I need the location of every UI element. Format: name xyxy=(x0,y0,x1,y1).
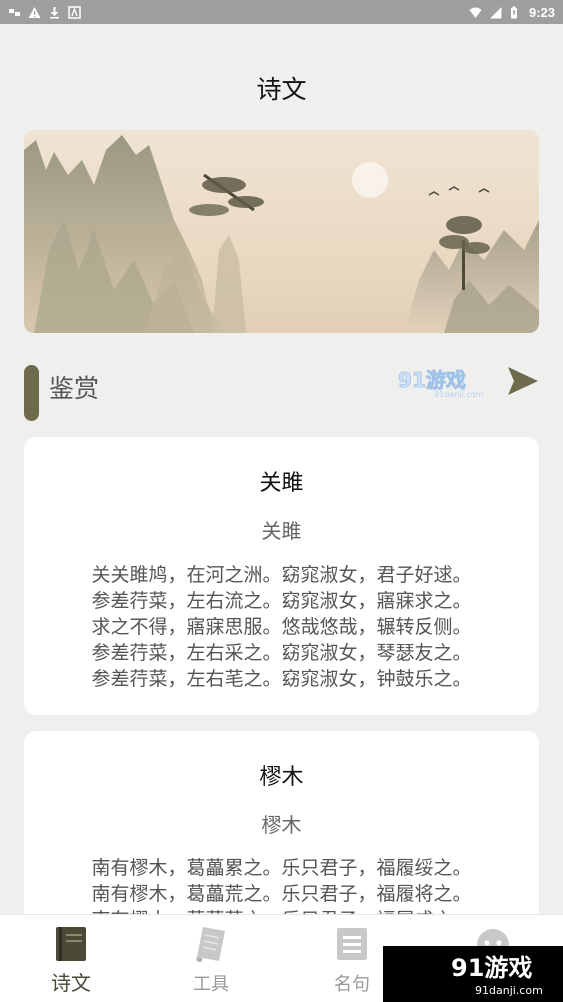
scroll-icon xyxy=(193,925,229,963)
warning-icon xyxy=(28,6,41,19)
app-icon xyxy=(68,5,81,19)
section-header: 鉴赏 91游戏 91danji.com xyxy=(24,365,544,421)
nav-item-tools[interactable]: 工具 xyxy=(166,915,256,1002)
poem-line: 关关雎鸠，在河之洲。窈窕淑女，君子好逑。 xyxy=(91,564,472,586)
nav-label: 工具 xyxy=(193,974,229,995)
status-time: 9:23 xyxy=(528,4,555,20)
status-bar: 9:23 xyxy=(0,0,563,24)
nav-label: 诗文 xyxy=(51,971,91,995)
nav-item-poetry[interactable]: 诗文 xyxy=(26,915,116,1002)
signal-icon xyxy=(469,6,482,19)
notification-icon xyxy=(8,6,21,19)
poem-card[interactable]: 关雎 关雎 关关雎鸠，在河之洲。窈窕淑女，君子好逑。 参差荇菜，左右流之。窈窕淑… xyxy=(24,437,539,715)
banner-image[interactable] xyxy=(24,130,539,333)
svg-text:91游戏: 91游戏 xyxy=(398,368,466,392)
svg-text:91游戏: 91游戏 xyxy=(451,954,532,982)
poem-line: 参差荇菜，左右芼之。窈窕淑女，钟鼓乐之。 xyxy=(91,668,472,690)
download-icon xyxy=(48,6,61,19)
svg-text:91danji.com: 91danji.com xyxy=(434,390,484,399)
page-title: 诗文 xyxy=(256,75,307,104)
poem-subtitle: 关雎 xyxy=(261,519,302,543)
watermark-logo: 91游戏 91danji.com xyxy=(394,365,490,401)
poem-subtitle: 樛木 xyxy=(261,813,302,837)
watermark-overlay: 91游戏 91danji.com xyxy=(383,946,563,1002)
list-icon xyxy=(334,925,370,963)
poem-title: 樛木 xyxy=(259,765,304,790)
poem-title: 关雎 xyxy=(259,471,304,496)
book-icon xyxy=(53,925,89,963)
poem-line: 南有樛木，葛藟累之。乐只君子，福履绥之。 xyxy=(91,857,472,879)
poem-body: 关关雎鸠，在河之洲。窈窕淑女，君子好逑。 参差荇菜，左右流之。窈窕淑女，寤寐求之… xyxy=(24,562,539,692)
poem-line: 参差荇菜，左右采之。窈窕淑女，琴瑟友之。 xyxy=(91,642,472,664)
battery-icon xyxy=(509,6,522,19)
poem-line: 参差荇菜，左右流之。窈窕淑女，寤寐求之。 xyxy=(91,590,472,612)
poem-line: 南有樛木，葛藟荒之。乐只君子，福履将之。 xyxy=(91,883,472,905)
section-accent-bar xyxy=(24,365,39,421)
wifi-icon xyxy=(489,6,502,19)
svg-text:91danji.com: 91danji.com xyxy=(475,984,543,997)
more-arrow-icon[interactable] xyxy=(506,365,540,397)
poem-line: 求之不得，寤寐思服。悠哉悠哉，辗转反侧。 xyxy=(91,616,472,638)
section-title: 鉴赏 xyxy=(49,374,100,403)
